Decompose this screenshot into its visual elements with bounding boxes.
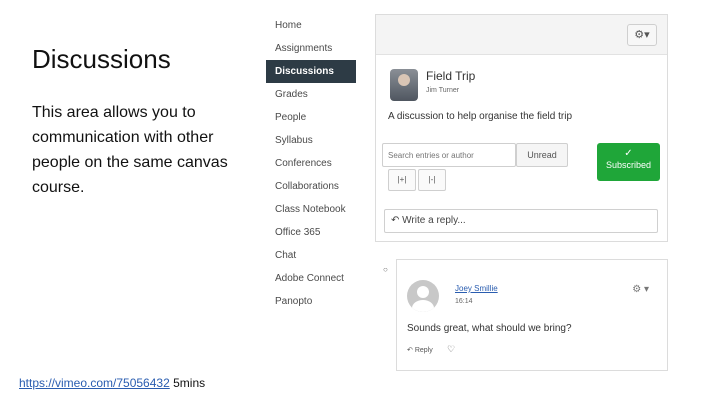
reply-label: Reply: [414, 347, 433, 354]
vimeo-link[interactable]: https://vimeo.com/75056432: [19, 376, 170, 390]
nav-item-panopto[interactable]: Panopto: [266, 290, 356, 313]
entry-message: Sounds great, what should we bring?: [407, 323, 572, 334]
gear-icon: ⚙: [634, 29, 645, 41]
nav-item-people[interactable]: People: [266, 106, 356, 129]
nav-item-assignments[interactable]: Assignments: [266, 37, 356, 60]
slide-footer: https://vimeo.com/75056432 5mins: [19, 376, 205, 390]
nav-item-grades[interactable]: Grades: [266, 83, 356, 106]
reply-arrow-icon: ↶: [407, 347, 413, 354]
subscribed-button[interactable]: ✓ Subscribed: [597, 143, 660, 181]
nav-item-collaborations[interactable]: Collaborations: [266, 175, 356, 198]
subscribed-label: Subscribed: [605, 160, 652, 170]
slide-title: Discussions: [32, 44, 171, 74]
write-reply-box[interactable]: ↶ Write a reply...: [384, 209, 658, 233]
collapse-entry-icon[interactable]: ○: [383, 265, 388, 274]
check-icon: ✓: [624, 148, 633, 159]
nav-item-chat[interactable]: Chat: [266, 244, 356, 267]
nav-item-syllabus[interactable]: Syllabus: [266, 129, 356, 152]
reply-arrow-icon: ↶: [391, 215, 400, 226]
search-entries-input[interactable]: [382, 143, 516, 167]
slide-body: This area allows you to communication wi…: [32, 104, 228, 196]
author-avatar: [390, 69, 418, 101]
entry-reply-link[interactable]: ↶ Reply: [407, 346, 433, 354]
duration-label: 5mins: [173, 376, 206, 390]
topic-author[interactable]: Jim Turner: [426, 87, 459, 94]
avatar: [407, 280, 439, 312]
like-icon[interactable]: ♡: [447, 344, 455, 355]
expand-all-button[interactable]: |+|: [388, 169, 416, 191]
entry-settings-button[interactable]: ⚙ ▾: [632, 284, 649, 295]
course-nav: Home Assignments Discussions Grades Peop…: [266, 14, 356, 313]
collapse-all-button[interactable]: |-|: [418, 169, 446, 191]
nav-item-conferences[interactable]: Conferences: [266, 152, 356, 175]
entry-author[interactable]: Joey Smillie: [455, 284, 498, 293]
nav-item-class-notebook[interactable]: Class Notebook: [266, 198, 356, 221]
discussion-panel: ⚙▾ Field Trip Jim Turner A discussion to…: [375, 14, 668, 242]
chevron-down-icon: ▾: [644, 29, 650, 41]
nav-item-home[interactable]: Home: [266, 14, 356, 37]
nav-item-discussions[interactable]: Discussions: [266, 60, 356, 83]
reply-placeholder: Write a reply...: [402, 215, 466, 226]
topic-description: A discussion to help organise the field …: [388, 111, 572, 122]
entry-timestamp: 16:14: [455, 298, 473, 305]
unread-button[interactable]: Unread: [516, 143, 568, 167]
chevron-down-icon: ▾: [643, 284, 649, 295]
reply-entry: Joey Smillie 16:14 ⚙ ▾ Sounds great, wha…: [396, 259, 668, 371]
nav-item-adobe-connect[interactable]: Adobe Connect: [266, 267, 356, 290]
gear-icon: ⚙: [632, 284, 642, 295]
topic-title: Field Trip: [426, 69, 476, 83]
nav-item-office-365[interactable]: Office 365: [266, 221, 356, 244]
discussion-toolbar: ⚙▾: [376, 15, 667, 55]
settings-button[interactable]: ⚙▾: [627, 24, 657, 46]
